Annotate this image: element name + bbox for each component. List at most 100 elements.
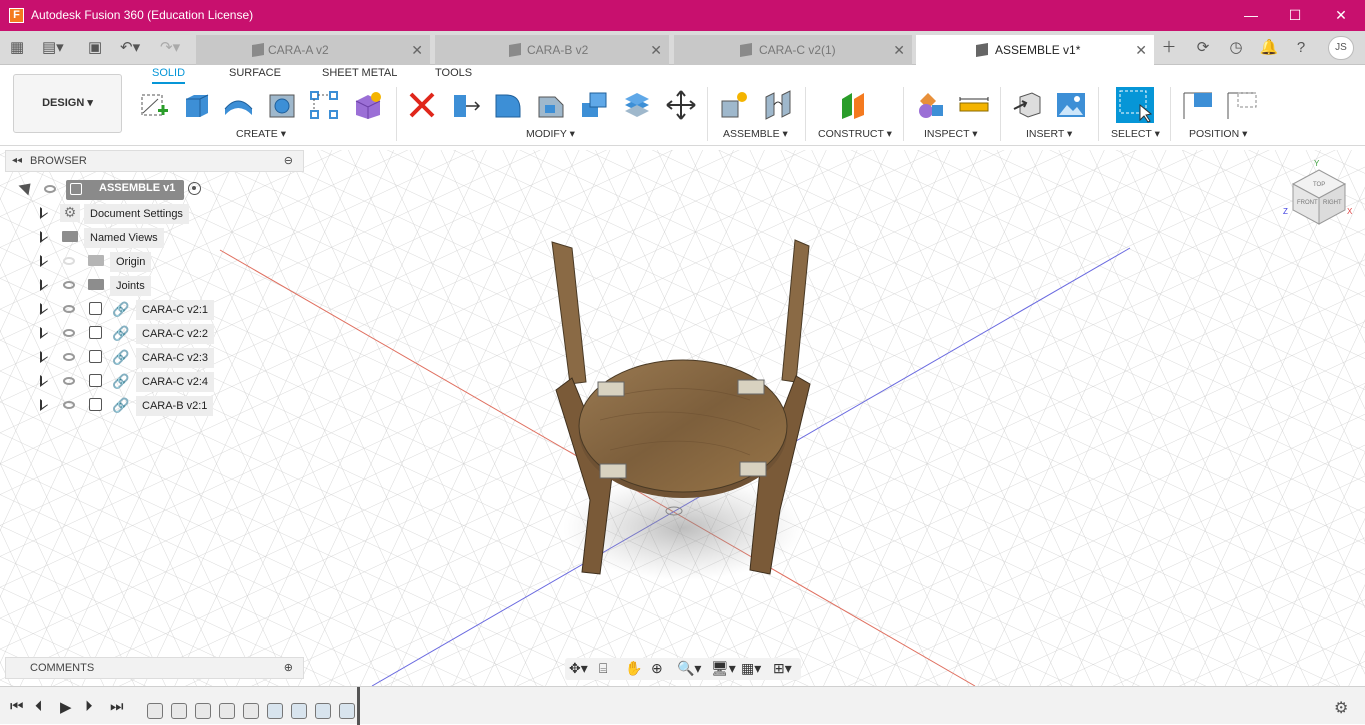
close-button[interactable]: ✕ [1326, 4, 1356, 26]
browser-item-component[interactable]: 🔗 CARA-C v2:3 [0, 346, 220, 368]
fillet-icon[interactable] [492, 89, 524, 121]
group-select[interactable]: SELECT ▾ [1111, 128, 1160, 140]
visibility-eye-icon[interactable] [44, 185, 56, 193]
new-component-icon[interactable] [718, 89, 750, 121]
redo-icon[interactable]: ↷▾ [160, 38, 180, 56]
timeline-joint-feature[interactable] [267, 703, 283, 719]
tab-cara-c[interactable]: CARA-C v2(1) ✕ [674, 35, 912, 65]
timeline-component-feature[interactable] [147, 703, 163, 719]
timeline-joint-feature[interactable] [291, 703, 307, 719]
gear-icon[interactable]: ⚙ [1334, 698, 1348, 718]
timeline-component-feature[interactable] [219, 703, 235, 719]
undo-icon[interactable]: ↶▾ [120, 38, 140, 56]
timeline-component-feature[interactable] [195, 703, 211, 719]
activate-radio-icon[interactable] [188, 182, 201, 195]
visibility-eye-icon[interactable] [63, 377, 75, 385]
delete-icon[interactable] [406, 89, 438, 121]
close-tab-icon[interactable]: ✕ [650, 35, 662, 65]
sync-icon[interactable]: ⟳ [1192, 37, 1214, 59]
joint-icon[interactable] [762, 89, 794, 121]
tab-cara-b[interactable]: CARA-B v2 ✕ [435, 35, 669, 65]
notifications-icon[interactable]: 🔔 [1258, 37, 1280, 59]
browser-item-named-views[interactable]: Named Views [0, 226, 200, 248]
browser-item-component[interactable]: 🔗 CARA-C v2:2 [0, 322, 220, 344]
tab-surface[interactable]: SURFACE [229, 67, 281, 79]
capture-position-icon[interactable] [1182, 89, 1214, 121]
tab-solid[interactable]: SOLID [152, 67, 186, 84]
close-tab-icon[interactable]: ✕ [893, 35, 905, 65]
help-icon[interactable]: ? [1290, 37, 1312, 59]
file-menu-icon[interactable]: ▤▾ [42, 38, 64, 56]
zoom-icon[interactable]: ⊕ [651, 660, 663, 677]
tab-cara-a[interactable]: CARA-A v2 ✕ [196, 35, 430, 65]
group-construct[interactable]: CONSTRUCT ▾ [818, 128, 892, 140]
visibility-eye-icon[interactable] [63, 401, 75, 409]
visibility-eye-icon[interactable] [63, 329, 75, 337]
viewcube[interactable]: TOP FRONT RIGHT X Y Z [1283, 158, 1355, 230]
display-settings-icon[interactable]: 🖥▾ [711, 660, 736, 677]
job-status-icon[interactable]: ◷ [1225, 37, 1247, 59]
go-to-end-icon[interactable]: ⏭ [110, 698, 124, 715]
extrude-icon[interactable] [180, 89, 212, 121]
look-at-icon[interactable]: ⌸ [599, 660, 607, 677]
viewport-canvas[interactable] [0, 147, 1365, 686]
browser-item-document-settings[interactable]: ⚙ Document Settings [0, 202, 200, 224]
browser-item-joints[interactable]: Joints [0, 274, 200, 296]
visibility-eye-icon[interactable] [63, 281, 75, 289]
minimize-button[interactable]: — [1236, 4, 1266, 26]
step-back-icon[interactable]: ⏴ [35, 698, 43, 715]
create-sketch-icon[interactable] [138, 89, 170, 121]
user-avatar[interactable]: JS [1328, 36, 1354, 60]
timeline-joint-feature[interactable] [315, 703, 331, 719]
go-to-start-icon[interactable]: ⏮ [10, 698, 24, 715]
play-icon[interactable]: ▶ [60, 698, 72, 716]
workspace-switcher[interactable]: DESIGN ▾ [13, 74, 122, 133]
insert-canvas-icon[interactable] [1055, 89, 1087, 121]
expand-triangle-icon[interactable] [18, 178, 36, 196]
browser-item-component[interactable]: 🔗 CARA-C v2:1 [0, 298, 220, 320]
close-tab-icon[interactable]: ✕ [1135, 35, 1147, 65]
offset-plane-icon[interactable] [838, 89, 870, 121]
chamfer-icon[interactable] [535, 89, 567, 121]
collapse-panel-icon[interactable]: ◂◂ [12, 151, 22, 171]
visibility-eye-icon[interactable] [63, 305, 75, 313]
create-form-icon[interactable] [352, 89, 384, 121]
browser-panel-header[interactable]: ◂◂ BROWSER ⊖ [5, 150, 304, 172]
timeline-joint-feature[interactable] [339, 703, 355, 719]
timeline-component-feature[interactable] [171, 703, 187, 719]
plus-circle-icon[interactable]: ⊕ [284, 658, 293, 678]
save-icon[interactable]: ▣ [88, 38, 102, 56]
display-component-colors-icon[interactable] [914, 89, 946, 121]
group-insert[interactable]: INSERT ▾ [1026, 128, 1072, 140]
group-assemble[interactable]: ASSEMBLE ▾ [723, 128, 788, 140]
tab-tools[interactable]: TOOLS [435, 67, 472, 79]
group-create[interactable]: CREATE ▾ [236, 128, 286, 140]
group-modify[interactable]: MODIFY ▾ [526, 128, 575, 140]
comments-panel-header[interactable]: COMMENTS ⊕ [5, 657, 304, 679]
tab-assemble[interactable]: ASSEMBLE v1* ✕ [916, 35, 1154, 65]
revolve-icon[interactable] [222, 89, 254, 121]
new-tab-icon[interactable]: ＋ [1158, 37, 1180, 59]
app-grid-icon[interactable]: ▦ [10, 38, 24, 56]
move-copy-icon[interactable] [665, 89, 697, 121]
insert-derive-icon[interactable] [1012, 89, 1044, 121]
orbit-icon[interactable]: ✥▾ [569, 660, 588, 677]
combine-icon[interactable] [621, 89, 653, 121]
revert-position-icon[interactable] [1226, 89, 1258, 121]
hidden-eye-icon[interactable] [63, 257, 75, 265]
tab-sheet-metal[interactable]: SHEET METAL [322, 67, 397, 79]
timeline-marker[interactable] [357, 687, 360, 725]
browser-item-component[interactable]: 🔗 CARA-B v2:1 [0, 394, 220, 416]
visibility-eye-icon[interactable] [63, 353, 75, 361]
hole-icon[interactable] [266, 89, 298, 121]
browser-root-row[interactable]: ASSEMBLE v1 [0, 178, 240, 200]
pan-hand-icon[interactable]: ✋ [625, 660, 642, 677]
grid-settings-icon[interactable]: ▦▾ [741, 660, 761, 677]
zoom-window-icon[interactable]: 🔍▾ [677, 660, 701, 677]
group-position[interactable]: POSITION ▾ [1189, 128, 1247, 140]
shell-icon[interactable] [578, 89, 610, 121]
press-pull-icon[interactable] [450, 89, 482, 121]
joint-marker[interactable] [597, 381, 625, 397]
maximize-button[interactable]: ☐ [1280, 4, 1310, 26]
browser-item-component[interactable]: 🔗 CARA-C v2:4 [0, 370, 220, 392]
